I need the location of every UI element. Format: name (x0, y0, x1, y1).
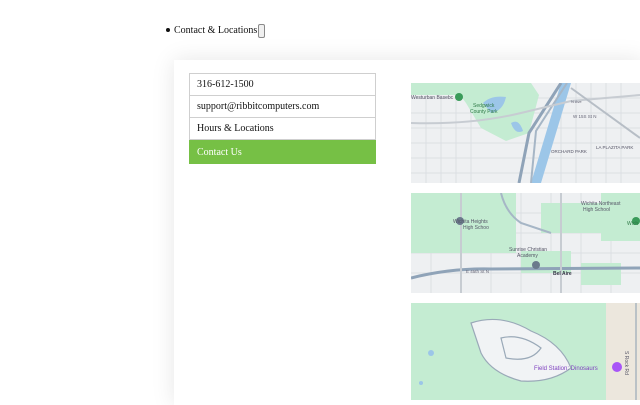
submenu-toggle-button[interactable] (258, 24, 266, 38)
menu-item-contact-locations[interactable]: Contact & Locations (166, 22, 266, 40)
svg-text:ORCHARD PARK: ORCHARD PARK (551, 149, 587, 154)
svg-text:High Schoo: High Schoo (463, 225, 489, 231)
svg-text:Bel Aire: Bel Aire (553, 271, 572, 277)
svg-text:Field Station: Dinosaurs: Field Station: Dinosaurs (534, 366, 598, 372)
contact-links: 316-612-1500 support@ribbitcomputers.com… (189, 73, 376, 164)
svg-text:N Ave: N Ave (571, 99, 582, 104)
svg-text:S Rock Rd: S Rock Rd (623, 351, 629, 375)
svg-text:Westurban Basebc: Westurban Basebc (411, 95, 454, 101)
hours-locations-link[interactable]: Hours & Locations (189, 117, 376, 140)
map-thumbnail-2[interactable]: Wichita Northeast High School Wichita He… (411, 193, 640, 293)
menu-item-label[interactable]: Contact & Locations (174, 22, 257, 40)
svg-text:County Park: County Park (470, 109, 498, 115)
svg-text:Wich: Wich (627, 221, 638, 227)
phone-link[interactable]: 316-612-1500 (189, 73, 376, 95)
map-thumbnail-3[interactable]: Field Station: Dinosaurs S Rock Rd (411, 303, 640, 400)
email-link[interactable]: support@ribbitcomputers.com (189, 95, 376, 117)
svg-text:W 15S St N: W 15S St N (573, 114, 597, 119)
nav-menu: Contact & Locations (166, 22, 266, 40)
svg-text:E 45th St N: E 45th St N (466, 269, 489, 274)
svg-text:High School: High School (583, 207, 610, 213)
contact-us-button[interactable]: Contact Us (189, 140, 376, 164)
map-thumbnail-1[interactable]: Westurban Basebc Sedgwick County Park W … (411, 83, 640, 183)
svg-text:Academy: Academy (517, 253, 538, 259)
svg-text:LA PLAZITA PARK: LA PLAZITA PARK (596, 145, 633, 150)
